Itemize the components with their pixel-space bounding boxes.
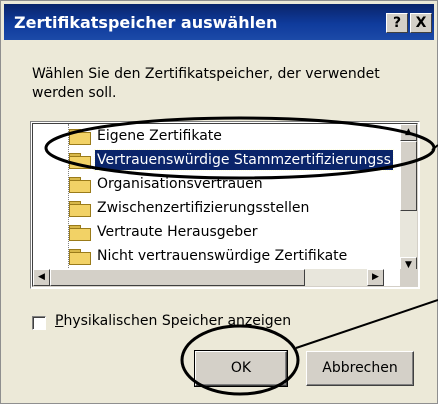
store-item-own-certificates[interactable]: Eigene Zertifikate [33,124,403,148]
folder-icon [69,225,91,241]
scroll-left-arrow-icon[interactable]: ◀ [33,269,50,286]
folder-icon [69,177,91,193]
store-item-trusted-publishers[interactable]: Vertraute Herausgeber [33,220,403,244]
store-item-label: Organisationsvertrauen [97,176,263,192]
show-physical-stores-checkbox[interactable] [32,316,46,330]
store-tree-list[interactable]: Eigene Zertifikate Vertrauenswürdige Sta… [30,121,420,289]
close-button[interactable]: X [410,13,432,33]
cancel-button[interactable]: Abbrechen [306,351,414,386]
folder-icon [69,249,91,265]
folder-icon [69,201,91,217]
horizontal-scrollbar[interactable]: ◀ ▶ [33,269,384,286]
store-item-trusted-root[interactable]: Vertrauenswürdige Stammzertifizierungss [33,148,403,172]
store-item-enterprise-trust[interactable]: Organisationsvertrauen [33,172,403,196]
store-item-label: Vertrauenswürdige Stammzertifizierungss [94,149,394,171]
store-item-label: Zwischenzertifizierungsstellen [97,200,310,216]
scrollbar-corner [400,269,417,286]
scroll-right-arrow-icon[interactable]: ▶ [367,269,384,286]
instruction-text: Wählen Sie den Zertifikatspeicher, der v… [32,66,380,101]
folder-icon [69,153,91,169]
horizontal-scroll-thumb[interactable] [50,269,305,286]
certificate-store-dialog: Zertifikatspeicher auswählen ? X Wählen … [0,0,438,404]
vertical-scroll-thumb[interactable] [400,141,417,211]
show-physical-stores-label[interactable]: Physikalischen Speicher anzeigen [55,313,291,329]
vertical-scrollbar[interactable]: ▲ ▼ [400,124,417,274]
dialog-title: Zertifikatspeicher auswählen [14,13,278,32]
ok-button[interactable]: OK [194,350,288,387]
store-item-intermediate-ca[interactable]: Zwischenzertifizierungsstellen [33,196,403,220]
store-item-label: Vertraute Herausgeber [97,224,258,240]
help-button[interactable]: ? [386,13,408,33]
store-item-label: Eigene Zertifikate [97,128,222,144]
store-item-untrusted-certificates[interactable]: Nicht vertrauenswürdige Zertifikate [33,244,403,268]
folder-icon [69,129,91,145]
store-item-label: Nicht vertrauenswürdige Zertifikate [97,248,348,264]
title-bar[interactable]: Zertifikatspeicher auswählen ? X [4,4,434,40]
scroll-up-arrow-icon[interactable]: ▲ [400,124,417,141]
